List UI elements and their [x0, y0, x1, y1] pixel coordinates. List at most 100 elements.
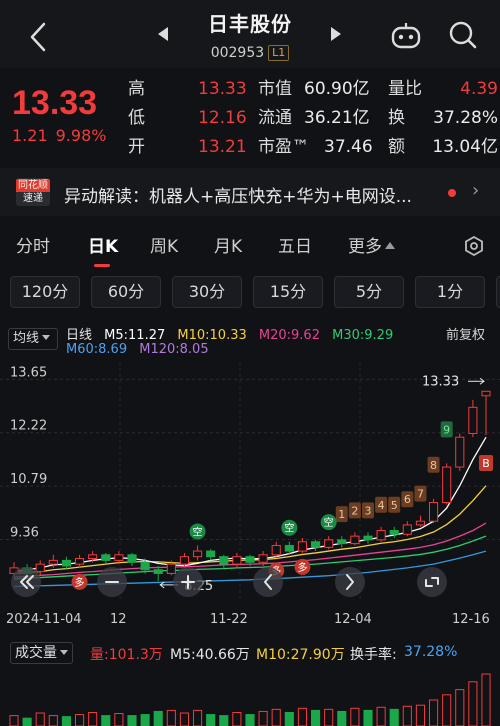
volume-bar — [389, 708, 399, 726]
unread-dot — [448, 189, 456, 197]
volume-bar — [468, 681, 478, 726]
candle-body — [192, 550, 203, 558]
candle-body — [153, 569, 163, 574]
float-value: 36.21亿 — [304, 108, 370, 128]
volume-selector-label: 成交量 — [15, 645, 57, 661]
zoom-in-icon[interactable] — [173, 567, 203, 597]
candle-body — [481, 390, 491, 397]
volume-bar — [284, 711, 294, 726]
tab-weekly[interactable]: 周K — [150, 232, 178, 257]
candlestick-chart[interactable]: 13.6512.2210.799.3613.338.25123456789空空空… — [0, 362, 500, 602]
tab-more[interactable]: 更多 — [348, 232, 395, 257]
rewind-icon[interactable] — [11, 567, 41, 597]
candle-body — [350, 535, 360, 545]
zoom-out-icon[interactable] — [97, 567, 127, 597]
volume-bar — [245, 714, 255, 726]
candle-body — [297, 541, 308, 552]
candle-body — [468, 406, 478, 434]
y-tick-label: 10.79 — [10, 472, 47, 487]
adjust-mode[interactable]: 前复权 — [446, 324, 485, 343]
turnover-label: 换 — [388, 108, 405, 128]
btn-120min[interactable]: 120分 — [10, 276, 80, 308]
candle-body — [114, 554, 124, 561]
amount-label: 额 — [388, 137, 405, 157]
turnover-value: 37.28% — [433, 108, 498, 128]
candle-body — [284, 544, 294, 552]
candle-body — [324, 539, 334, 548]
btn-60min[interactable]: 60分 — [91, 276, 161, 308]
candle-body — [206, 550, 216, 558]
news-logo-top: 同花顺 — [16, 179, 50, 192]
ma5-value: M5:11.27 — [104, 328, 166, 343]
tab-intraday[interactable]: 分时 — [16, 232, 50, 257]
btn-15min[interactable]: 15分 — [253, 276, 323, 308]
news-arrow-icon[interactable]: › — [472, 180, 479, 201]
volume-legend: 成交量 量:101.3万 M5:40.66万 M10:27.90万 换手率: 3… — [0, 640, 500, 668]
signal-number: 5 — [391, 499, 398, 512]
volume-bar — [192, 709, 203, 726]
tab-daily[interactable]: 日K — [88, 232, 118, 257]
candle-body — [455, 436, 465, 468]
ma20-value: M20:9.62 — [258, 328, 320, 343]
date-tick: 12-16 — [452, 612, 490, 627]
volume-bar — [140, 714, 150, 726]
volume-bar — [232, 711, 242, 726]
volume-bar — [350, 707, 360, 726]
chevron-down-icon — [60, 650, 68, 655]
candle-body — [415, 520, 426, 526]
volratio-label: 量比 — [388, 79, 422, 99]
candle-body — [402, 524, 412, 535]
news-headline[interactable]: 异动解读：机器人+高压快充+华为+电网设... — [64, 182, 412, 207]
date-tick: 12-04 — [334, 612, 372, 627]
fullscreen-icon[interactable] — [417, 567, 447, 597]
pe-value: 37.46 — [324, 137, 373, 157]
candle-body — [219, 556, 229, 565]
indicator-selector[interactable]: 均线 — [8, 328, 58, 350]
y-tick-label: 9.36 — [10, 525, 39, 540]
buy-signal-label: 多 — [75, 576, 85, 589]
robot-assistant-icon[interactable] — [390, 20, 422, 50]
tab-more-label: 更多 — [348, 237, 382, 257]
tab-five-day[interactable]: 五日 — [278, 232, 312, 257]
candle-body — [245, 556, 255, 563]
quote-col-3: 量比 4.39 换 37.28% 额 13.04亿 — [388, 76, 500, 163]
volume-chart[interactable] — [0, 670, 500, 726]
candle-body — [258, 554, 268, 563]
btn-more-minutes[interactable] — [496, 276, 500, 308]
level-badge: L1 — [268, 45, 290, 61]
volume-bar — [127, 715, 137, 726]
candle-body — [310, 541, 321, 548]
next-icon[interactable] — [335, 567, 365, 597]
stock-code: 002953 — [210, 45, 265, 61]
low-value: 12.16 — [198, 108, 247, 128]
news-ticker[interactable]: 同花顺 速递 异动解读：机器人+高压快充+华为+电网设... — [0, 168, 500, 216]
minute-period-bar: 120分 60分 30分 15分 5分 1分 — [0, 272, 500, 312]
candle-body — [74, 558, 85, 565]
volume-bar — [376, 706, 386, 726]
candle-body — [428, 502, 439, 522]
volume-bar — [179, 712, 190, 726]
search-icon[interactable] — [448, 20, 478, 50]
vol-ma10: M10:27.90万 — [256, 647, 345, 663]
next-stock-icon[interactable] — [331, 27, 341, 41]
candle-body — [271, 544, 281, 556]
top-bar: 日丰股份 002953 L1 — [0, 0, 500, 68]
prev-icon[interactable] — [253, 567, 283, 597]
settings-icon[interactable] — [464, 236, 484, 256]
btn-30min[interactable]: 30分 — [172, 276, 242, 308]
volume-bar — [481, 673, 491, 726]
sell-signal-label: 空 — [193, 525, 203, 538]
low-label: 低 — [128, 108, 145, 128]
change-percent: 9.98% — [55, 126, 107, 145]
candle-body — [363, 535, 373, 541]
back-icon[interactable] — [24, 20, 54, 54]
volume-bar — [415, 704, 426, 726]
volume-selector[interactable]: 成交量 — [10, 642, 73, 664]
signal-number: 7 — [417, 488, 424, 501]
btn-1min[interactable]: 1分 — [415, 276, 485, 308]
high-price-label: 13.33 — [422, 374, 459, 389]
tab-monthly[interactable]: 月K — [214, 232, 242, 257]
btn-5min[interactable]: 5分 — [334, 276, 404, 308]
high-label: 高 — [128, 79, 145, 99]
candle-body — [48, 559, 58, 565]
